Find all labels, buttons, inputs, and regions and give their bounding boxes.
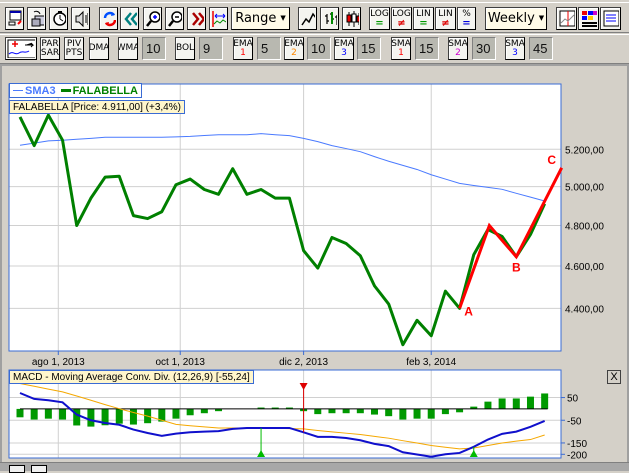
histogram-bar: [343, 409, 350, 413]
histogram-bar: [414, 409, 421, 419]
histogram-bar: [399, 409, 406, 420]
macd-y-tick-label: 50: [567, 394, 579, 405]
wave-label-b: B: [512, 261, 521, 275]
macd-y-tick-label: -200: [567, 450, 587, 461]
sma3-legend-swatch: [13, 90, 23, 91]
histogram-bar: [484, 402, 491, 409]
x-tick-label: dic 2, 2013: [279, 357, 328, 368]
histogram-bar: [201, 409, 208, 413]
histogram-bar: [116, 409, 123, 424]
histogram-bar: [527, 397, 534, 409]
bottom-button-1[interactable]: [9, 465, 25, 473]
histogram-bar: [357, 409, 364, 413]
histogram-bar: [130, 409, 137, 425]
chart-legend: SMA3 FALABELLA: [9, 83, 142, 98]
falabella-legend-label: FALABELLA: [73, 85, 138, 97]
macd-title: MACD - Moving Average Conv. Div. (12,26,…: [9, 370, 254, 384]
price-plot-area: [9, 84, 561, 351]
histogram-bar: [385, 409, 392, 416]
histogram-bar: [513, 398, 520, 408]
y-tick-label: 4.600,00: [565, 262, 604, 273]
macd-y-tick-label: -50: [567, 416, 582, 427]
histogram-bar: [45, 409, 52, 419]
price-tooltip: FALABELLA [Price: 4.911,00] (+3,4%): [9, 100, 185, 114]
y-tick-label: 5.200,00: [565, 145, 604, 156]
histogram-bar: [31, 409, 38, 420]
y-tick-label: 4.800,00: [565, 222, 604, 233]
wave-label-c: C: [547, 153, 556, 167]
macd-y-tick-label: -150: [567, 439, 587, 450]
histogram-bar: [187, 409, 194, 415]
y-tick-label: 5.000,00: [565, 183, 604, 194]
wave-label-a: A: [464, 304, 473, 318]
x-tick-label: ago 1, 2013: [32, 357, 85, 368]
histogram-bar: [172, 409, 179, 419]
price-chart: 5.200,00 5.000,00 4.800,00 4.600,00 4.400,00…: [0, 0, 629, 471]
histogram-bar: [17, 409, 24, 417]
histogram-bar: [428, 409, 435, 419]
histogram-bar: [456, 409, 463, 412]
x-tick-label: feb 3, 2014: [406, 357, 456, 368]
sma3-legend-label: SMA3: [25, 85, 56, 97]
bottom-button-2[interactable]: [31, 465, 47, 473]
falabella-legend-swatch: [61, 89, 71, 92]
histogram-bar: [442, 409, 449, 414]
histogram-bar: [371, 409, 378, 415]
histogram-bar: [328, 409, 335, 413]
bottom-bar: [0, 462, 629, 471]
histogram-bar: [499, 398, 506, 408]
macd-close-button[interactable]: X: [607, 370, 621, 384]
x-tick-label: oct 1, 2013: [155, 357, 205, 368]
histogram-bar: [541, 393, 548, 408]
histogram-bar: [59, 409, 66, 420]
y-tick-label: 4.400,00: [565, 304, 604, 315]
histogram-bar: [314, 409, 321, 414]
histogram-bar: [87, 409, 94, 427]
